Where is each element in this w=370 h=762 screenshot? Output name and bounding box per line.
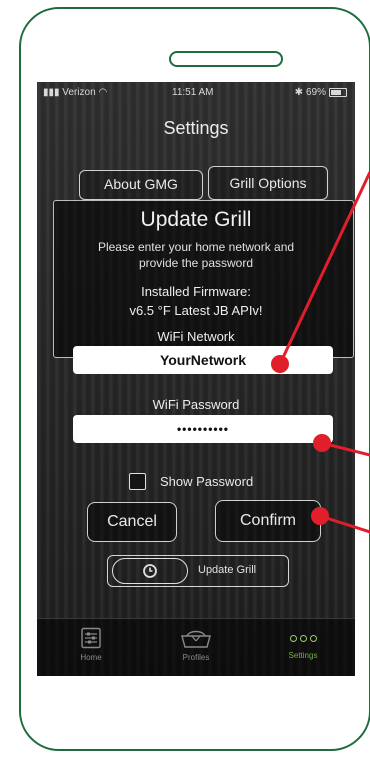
callout-line-network <box>278 171 370 365</box>
annotation-overlay <box>271 171 370 534</box>
callout-marker-confirm <box>311 507 329 525</box>
callout-marker-password <box>313 434 331 452</box>
callout-marker-network <box>271 355 289 373</box>
